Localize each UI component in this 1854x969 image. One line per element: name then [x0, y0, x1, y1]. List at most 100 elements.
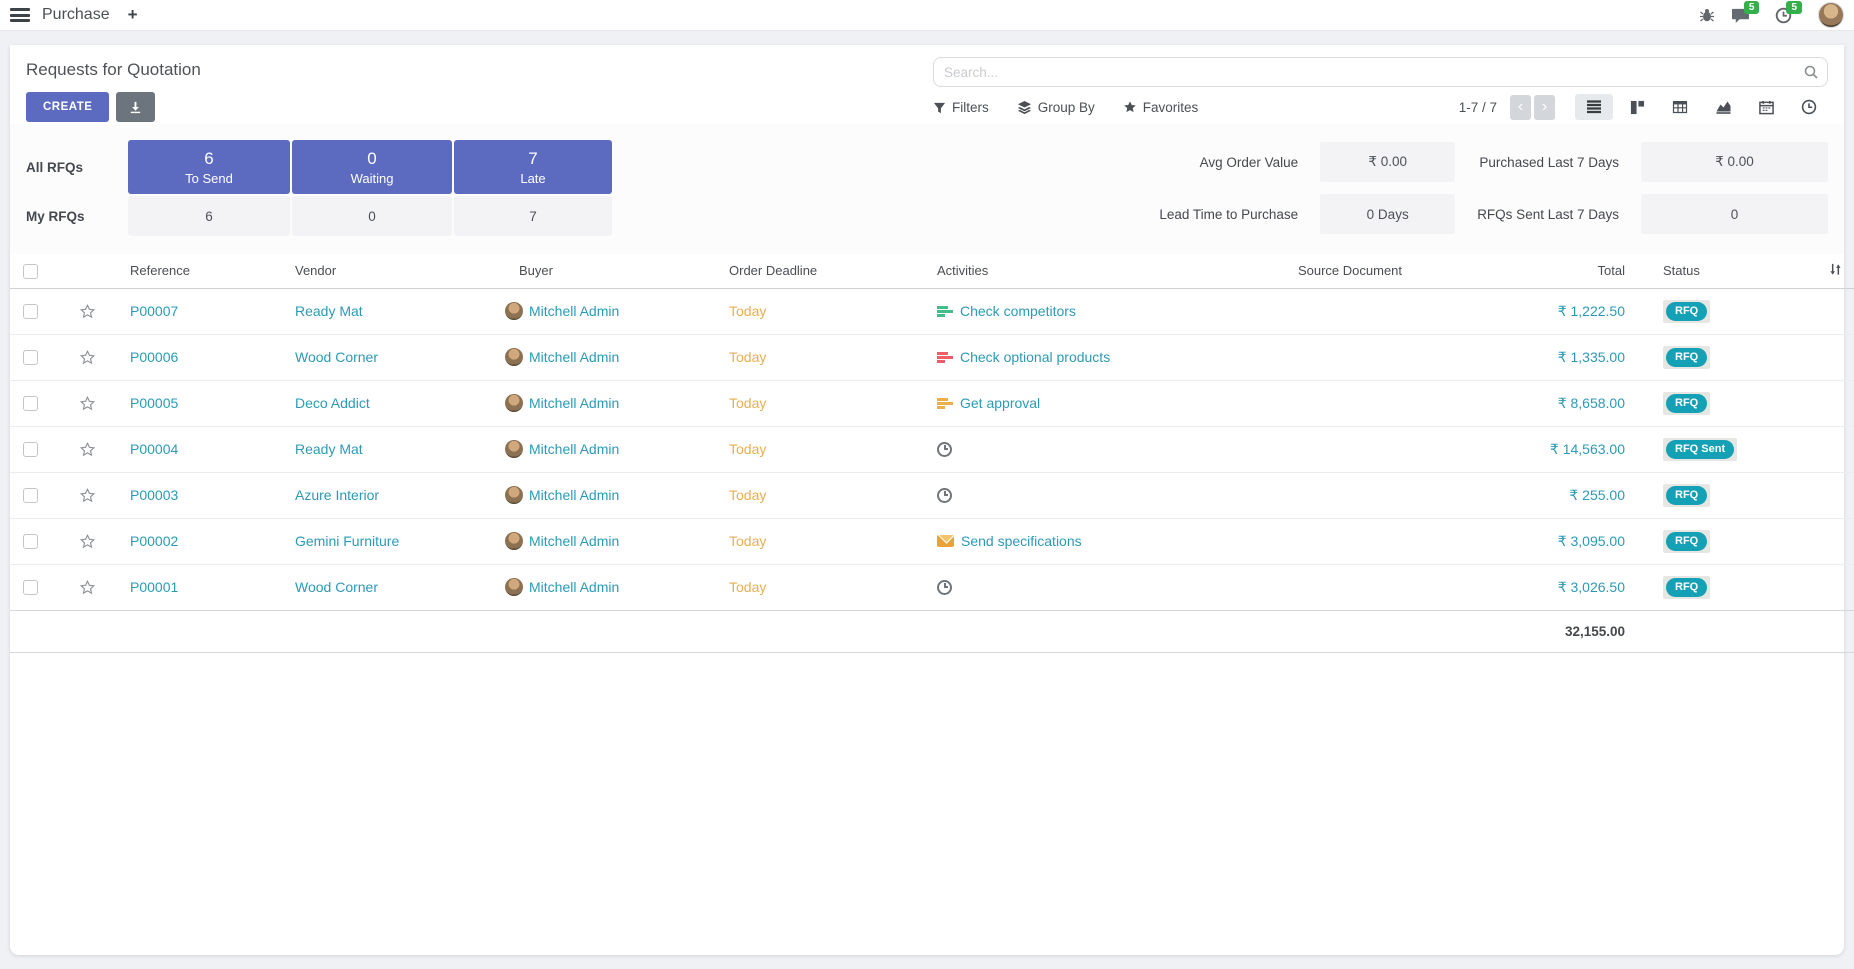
buyer-link[interactable]: Mitchell Admin — [529, 349, 619, 365]
tasks-bars-yellow-icon[interactable] — [937, 397, 953, 410]
table-row[interactable]: P00007 Ready Mat Mitchell Admin Today Ch… — [10, 288, 1854, 334]
row-checkbox[interactable] — [23, 580, 38, 595]
buyer-avatar — [505, 394, 523, 412]
group-by-button[interactable]: Group By — [1017, 100, 1095, 115]
table-row[interactable]: P00004 Ready Mat Mitchell Admin Today ₹ … — [10, 426, 1854, 472]
status-column-header[interactable]: Status — [1635, 254, 1815, 288]
vendor-column-header[interactable]: Vendor — [275, 254, 490, 288]
activity-label-link[interactable]: Get approval — [960, 395, 1040, 411]
favorites-button[interactable]: Favorites — [1123, 100, 1199, 115]
clock-icon[interactable] — [937, 488, 952, 503]
reference-link[interactable]: P00003 — [130, 487, 178, 503]
pager-next-button[interactable]: › — [1534, 95, 1555, 120]
total-amount: ₹ 1,335.00 — [1558, 349, 1625, 365]
activities-column-header[interactable]: Activities — [905, 254, 1225, 288]
search-input[interactable] — [933, 57, 1828, 87]
favorite-star-icon[interactable] — [79, 395, 96, 412]
buyer-link[interactable]: Mitchell Admin — [529, 579, 619, 595]
favorite-star-icon[interactable] — [79, 579, 96, 596]
activity-view-button[interactable] — [1790, 94, 1828, 120]
my-to-send-tile[interactable]: 6 — [128, 196, 290, 236]
reference-link[interactable]: P00006 — [130, 349, 178, 365]
row-checkbox[interactable] — [23, 304, 38, 319]
messages-menu[interactable]: 5 — [1731, 7, 1760, 24]
total-column-header[interactable]: Total — [1475, 254, 1635, 288]
reference-column-header[interactable]: Reference — [110, 254, 275, 288]
favorites-label: Favorites — [1143, 100, 1199, 115]
rfqs-sent-last-7-days-value: 0 — [1641, 194, 1828, 234]
new-tab-plus-button[interactable]: + — [128, 5, 138, 25]
table-row[interactable]: P00005 Deco Addict Mitchell Admin Today … — [10, 380, 1854, 426]
reference-link[interactable]: P00001 — [130, 579, 178, 595]
my-late-tile[interactable]: 7 — [454, 196, 612, 236]
tasks-bars-green-icon[interactable] — [937, 305, 953, 318]
buyer-column-header[interactable]: Buyer — [490, 254, 695, 288]
order-deadline-value: Today — [729, 487, 766, 503]
calendar-view-button[interactable] — [1747, 94, 1785, 120]
table-row[interactable]: P00002 Gemini Furniture Mitchell Admin T… — [10, 518, 1854, 564]
tile-to-send[interactable]: 6 To Send — [128, 140, 290, 194]
debug-bug-icon[interactable] — [1699, 7, 1715, 23]
reference-link[interactable]: P00004 — [130, 441, 178, 457]
buyer-link[interactable]: Mitchell Admin — [529, 487, 619, 503]
calendar-view-icon — [1759, 100, 1774, 115]
vendor-link[interactable]: Azure Interior — [295, 487, 379, 503]
favorite-star-icon[interactable] — [79, 487, 96, 504]
my-waiting-tile[interactable]: 0 — [292, 196, 452, 236]
order-deadline-column-header[interactable]: Order Deadline — [695, 254, 905, 288]
user-avatar[interactable] — [1818, 2, 1844, 28]
apps-menu-icon[interactable] — [10, 8, 30, 22]
buyer-link[interactable]: Mitchell Admin — [529, 303, 619, 319]
app-title[interactable]: Purchase — [42, 6, 110, 24]
vendor-link[interactable]: Wood Corner — [295, 349, 378, 365]
tasks-bars-red-icon[interactable] — [937, 351, 953, 364]
favorite-star-icon[interactable] — [79, 441, 96, 458]
favorite-star-icon[interactable] — [79, 303, 96, 320]
kanban-view-button[interactable] — [1618, 94, 1656, 120]
activity-label-link[interactable]: Check optional products — [960, 349, 1110, 365]
vendor-link[interactable]: Ready Mat — [295, 441, 363, 457]
tile-late[interactable]: 7 Late — [454, 140, 612, 194]
buyer-link[interactable]: Mitchell Admin — [529, 395, 619, 411]
clock-icon[interactable] — [937, 442, 952, 457]
vendor-link[interactable]: Deco Addict — [295, 395, 370, 411]
row-checkbox[interactable] — [23, 488, 38, 503]
source-document-column-header[interactable]: Source Document — [1225, 254, 1475, 288]
reference-link[interactable]: P00007 — [130, 303, 178, 319]
row-checkbox[interactable] — [23, 534, 38, 549]
reference-link[interactable]: P00002 — [130, 533, 178, 549]
reference-link[interactable]: P00005 — [130, 395, 178, 411]
row-checkbox[interactable] — [23, 350, 38, 365]
table-row[interactable]: P00001 Wood Corner Mitchell Admin Today … — [10, 564, 1854, 610]
activities-menu[interactable]: 5 — [1775, 7, 1802, 24]
tile-waiting[interactable]: 0 Waiting — [292, 140, 452, 194]
status-badge: RFQ — [1663, 300, 1710, 323]
table-row[interactable]: P00003 Azure Interior Mitchell Admin Tod… — [10, 472, 1854, 518]
optional-columns-button[interactable] — [1815, 254, 1854, 288]
envelope-icon[interactable] — [937, 535, 954, 547]
buyer-link[interactable]: Mitchell Admin — [529, 533, 619, 549]
my-rfqs-label: My RFQs — [26, 196, 126, 236]
favorite-star-icon[interactable] — [79, 349, 96, 366]
favorite-star-icon[interactable] — [79, 533, 96, 550]
graph-view-button[interactable] — [1704, 94, 1742, 120]
vendor-link[interactable]: Ready Mat — [295, 303, 363, 319]
filters-button[interactable]: Filters — [933, 100, 989, 115]
search-icon[interactable] — [1803, 64, 1819, 85]
create-button[interactable]: CREATE — [26, 92, 109, 122]
export-button[interactable] — [116, 92, 155, 122]
total-amount: ₹ 255.00 — [1569, 487, 1625, 503]
buyer-link[interactable]: Mitchell Admin — [529, 441, 619, 457]
activity-label-link[interactable]: Check competitors — [960, 303, 1076, 319]
list-view-button[interactable] — [1575, 94, 1613, 120]
vendor-link[interactable]: Gemini Furniture — [295, 533, 399, 549]
table-row[interactable]: P00006 Wood Corner Mitchell Admin Today … — [10, 334, 1854, 380]
pager-previous-button[interactable]: ‹ — [1510, 95, 1531, 120]
pivot-view-button[interactable] — [1661, 94, 1699, 120]
row-checkbox[interactable] — [23, 396, 38, 411]
activity-label-link[interactable]: Send specifications — [961, 533, 1082, 549]
select-all-checkbox[interactable] — [23, 264, 38, 279]
row-checkbox[interactable] — [23, 442, 38, 457]
vendor-link[interactable]: Wood Corner — [295, 579, 378, 595]
clock-icon[interactable] — [937, 580, 952, 595]
